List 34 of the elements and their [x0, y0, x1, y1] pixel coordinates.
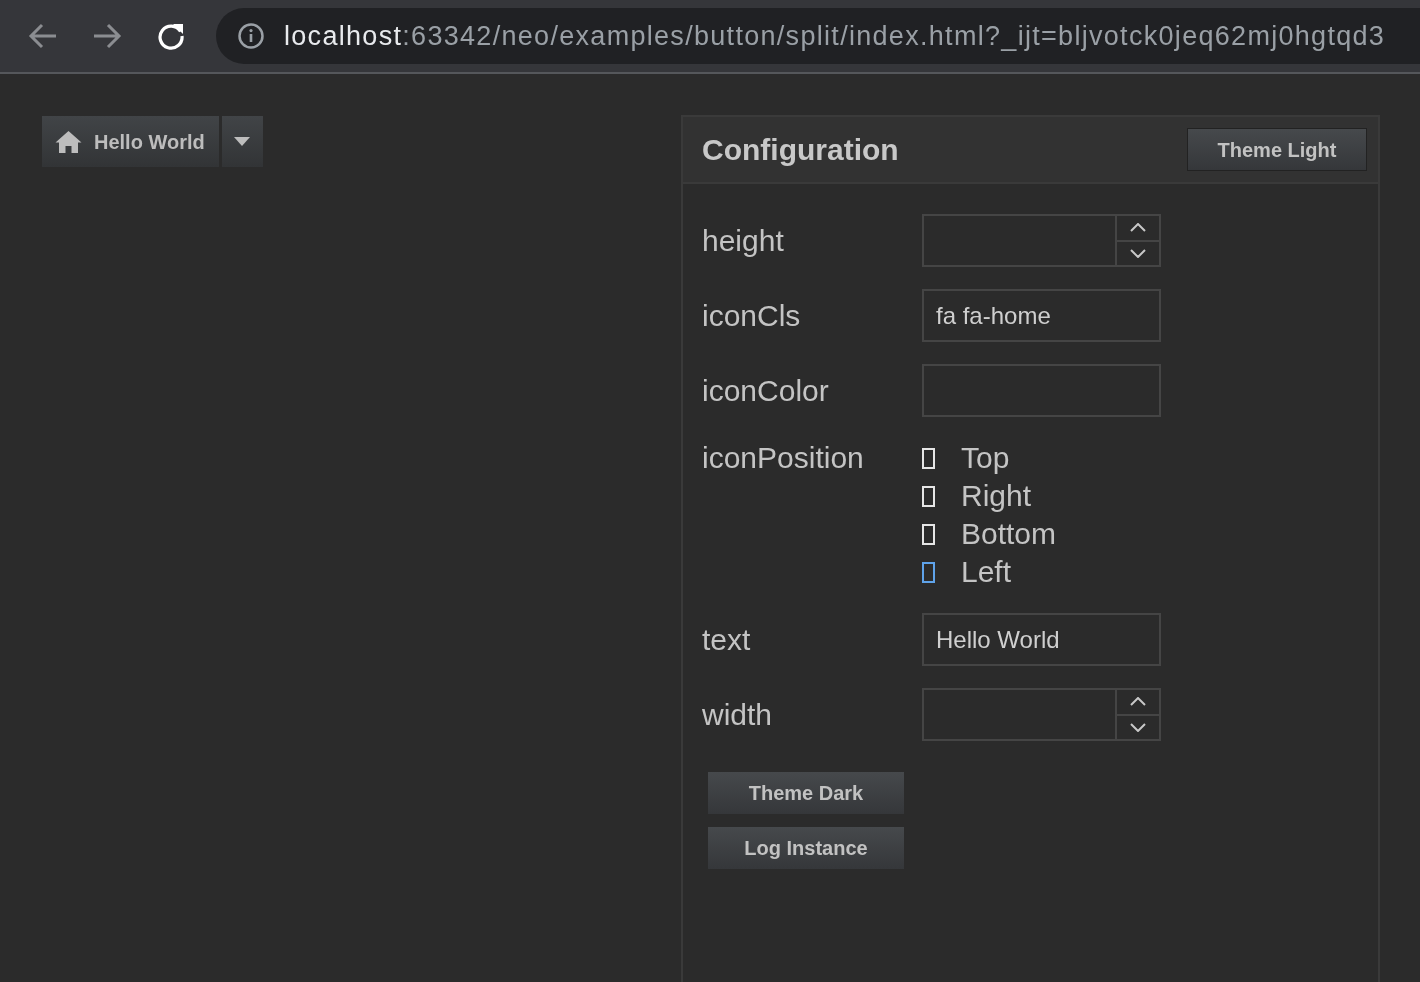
url-text: localhost:63342/neo/examples/button/split/index.html?_ijt=bljvotck0jeq62mj0hgtqd3: [284, 19, 1386, 53]
radio-icon[interactable]: [922, 561, 935, 583]
panel-title: Configuration: [702, 132, 899, 168]
field-label: width: [702, 697, 774, 733]
option-label[interactable]: Bottom: [961, 515, 1057, 553]
number-field[interactable]: [922, 214, 1161, 267]
text-field[interactable]: [922, 364, 1161, 417]
option-label[interactable]: Top: [961, 439, 1010, 477]
text-field[interactable]: Hello World: [922, 613, 1161, 666]
theme-light-button[interactable]: Theme Light: [1187, 128, 1367, 171]
split-button[interactable]: Hello World: [42, 116, 219, 167]
field-label: iconPosition: [702, 440, 865, 476]
address-bar[interactable]: localhost:63342/neo/examples/button/split/index.html?_ijt=bljvotck0jeq62mj0hgtqd3: [216, 8, 1420, 64]
dropdown-button[interactable]: [221, 116, 263, 167]
option-label[interactable]: Right: [961, 477, 1032, 515]
reload-icon: [157, 22, 185, 50]
option-label[interactable]: Left: [961, 553, 1012, 591]
field-label: iconColor: [702, 373, 830, 409]
field-label: text: [702, 622, 752, 658]
chevron-up-icon: [1130, 223, 1146, 233]
back-arrow-icon: [28, 23, 58, 49]
home-icon: [55, 129, 82, 154]
text-field[interactable]: fa fa-home: [922, 289, 1161, 342]
action-button[interactable]: Log Instance: [708, 827, 904, 869]
action-button[interactable]: Theme Dark: [708, 772, 904, 814]
info-icon[interactable]: [238, 23, 264, 49]
chevron-down-icon: [1130, 722, 1146, 732]
chevron-down-icon: [1130, 248, 1146, 258]
forward-arrow-icon: [92, 23, 122, 49]
caret-icon: [234, 137, 251, 146]
field-label: iconCls: [702, 298, 802, 334]
chevron-up-icon: [1130, 697, 1146, 707]
number-field[interactable]: [922, 688, 1161, 741]
field-label: height: [702, 223, 785, 259]
